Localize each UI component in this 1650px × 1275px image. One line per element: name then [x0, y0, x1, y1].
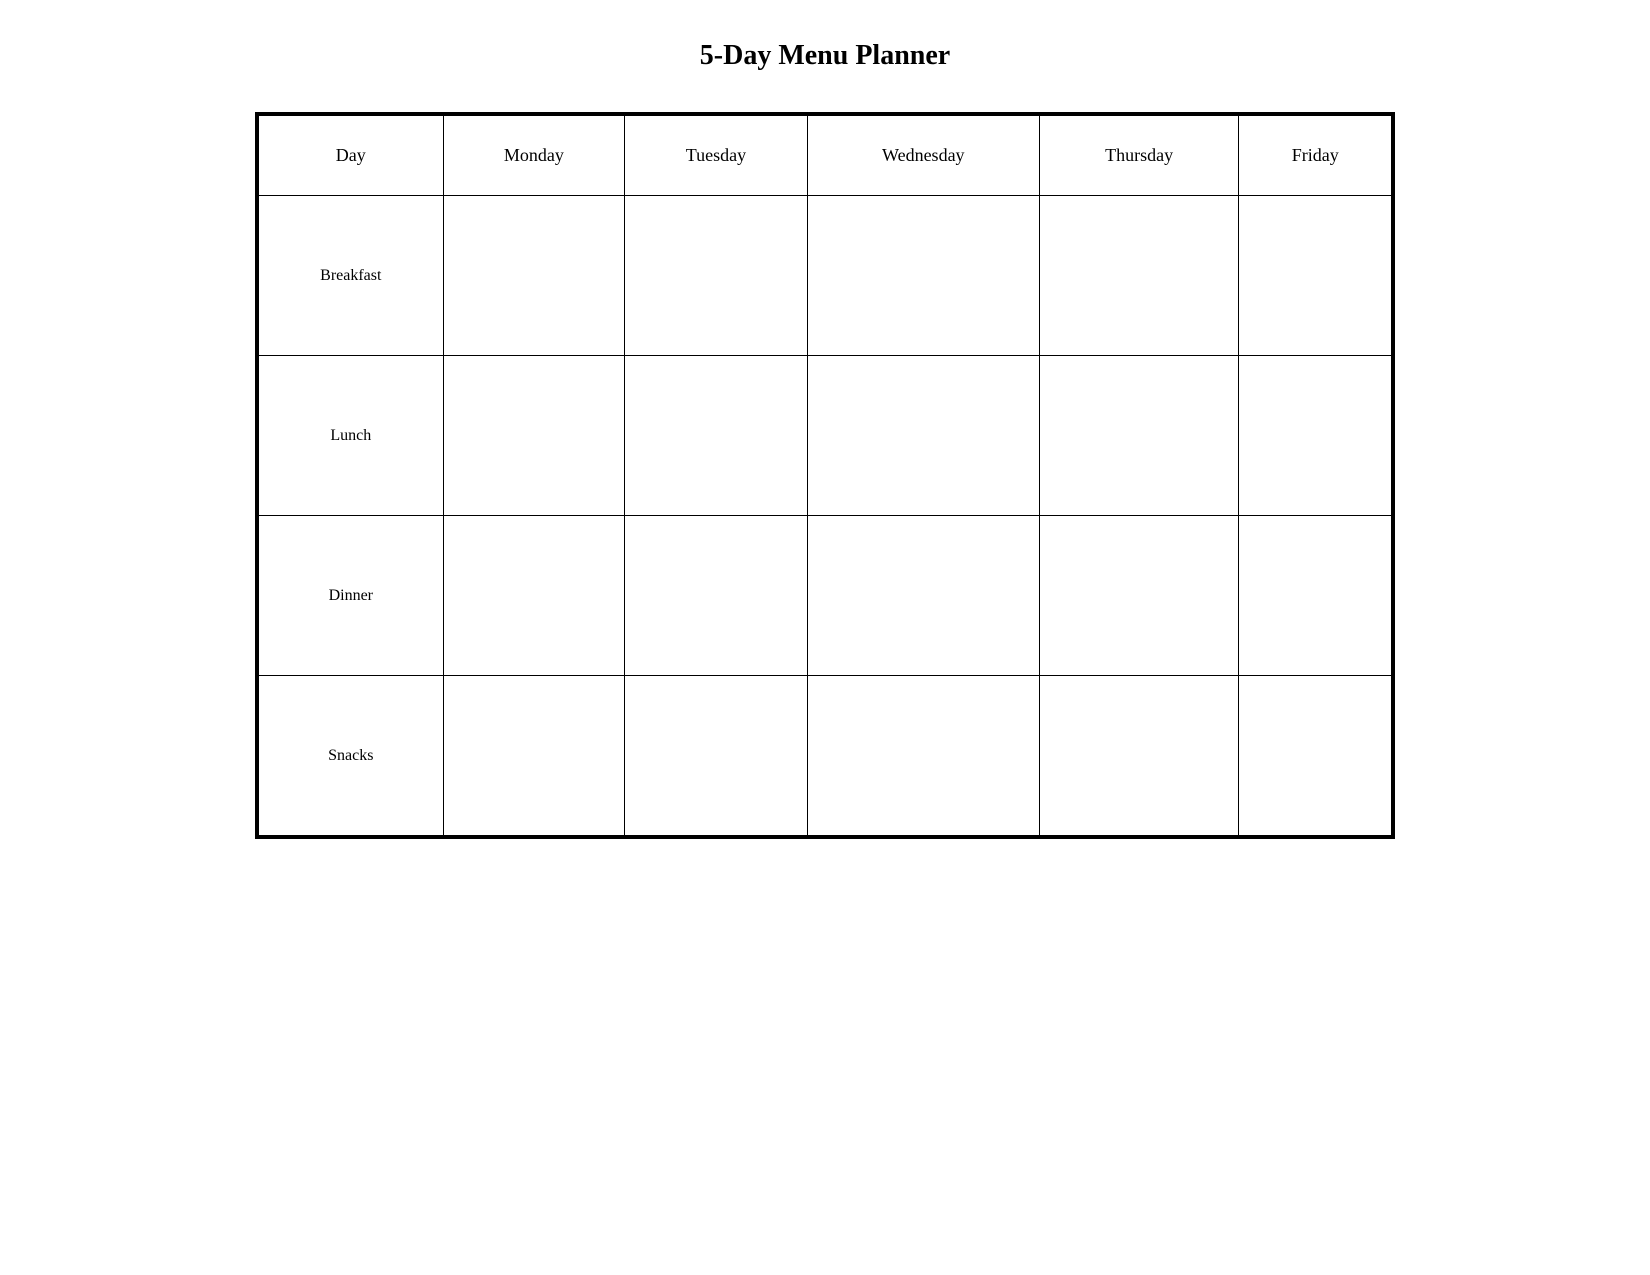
label-dinner: Dinner: [259, 516, 444, 676]
header-row: Day Monday Tuesday Wednesday Thursday Fr…: [259, 116, 1392, 196]
row-lunch: Lunch: [259, 356, 1392, 516]
label-lunch: Lunch: [259, 356, 444, 516]
row-snacks: Snacks: [259, 676, 1392, 836]
cell-breakfast-thursday[interactable]: [1039, 196, 1239, 356]
page-title: 5-Day Menu Planner: [700, 40, 950, 72]
cell-breakfast-tuesday[interactable]: [625, 196, 807, 356]
cell-lunch-monday[interactable]: [443, 356, 625, 516]
cell-lunch-thursday[interactable]: [1039, 356, 1239, 516]
cell-breakfast-wednesday[interactable]: [807, 196, 1039, 356]
cell-snacks-tuesday[interactable]: [625, 676, 807, 836]
cell-breakfast-friday[interactable]: [1239, 196, 1392, 356]
cell-dinner-monday[interactable]: [443, 516, 625, 676]
header-tuesday: Tuesday: [625, 116, 807, 196]
planner-wrapper: Day Monday Tuesday Wednesday Thursday Fr…: [255, 112, 1395, 839]
row-dinner: Dinner: [259, 516, 1392, 676]
label-snacks: Snacks: [259, 676, 444, 836]
header-wednesday: Wednesday: [807, 116, 1039, 196]
cell-breakfast-monday[interactable]: [443, 196, 625, 356]
cell-snacks-wednesday[interactable]: [807, 676, 1039, 836]
cell-dinner-wednesday[interactable]: [807, 516, 1039, 676]
label-breakfast: Breakfast: [259, 196, 444, 356]
cell-dinner-friday[interactable]: [1239, 516, 1392, 676]
header-friday: Friday: [1239, 116, 1392, 196]
cell-lunch-tuesday[interactable]: [625, 356, 807, 516]
header-day: Day: [259, 116, 444, 196]
header-thursday: Thursday: [1039, 116, 1239, 196]
cell-snacks-thursday[interactable]: [1039, 676, 1239, 836]
cell-snacks-monday[interactable]: [443, 676, 625, 836]
planner-table: Day Monday Tuesday Wednesday Thursday Fr…: [258, 115, 1392, 836]
cell-dinner-thursday[interactable]: [1039, 516, 1239, 676]
cell-lunch-wednesday[interactable]: [807, 356, 1039, 516]
cell-lunch-friday[interactable]: [1239, 356, 1392, 516]
header-monday: Monday: [443, 116, 625, 196]
row-breakfast: Breakfast: [259, 196, 1392, 356]
cell-snacks-friday[interactable]: [1239, 676, 1392, 836]
cell-dinner-tuesday[interactable]: [625, 516, 807, 676]
